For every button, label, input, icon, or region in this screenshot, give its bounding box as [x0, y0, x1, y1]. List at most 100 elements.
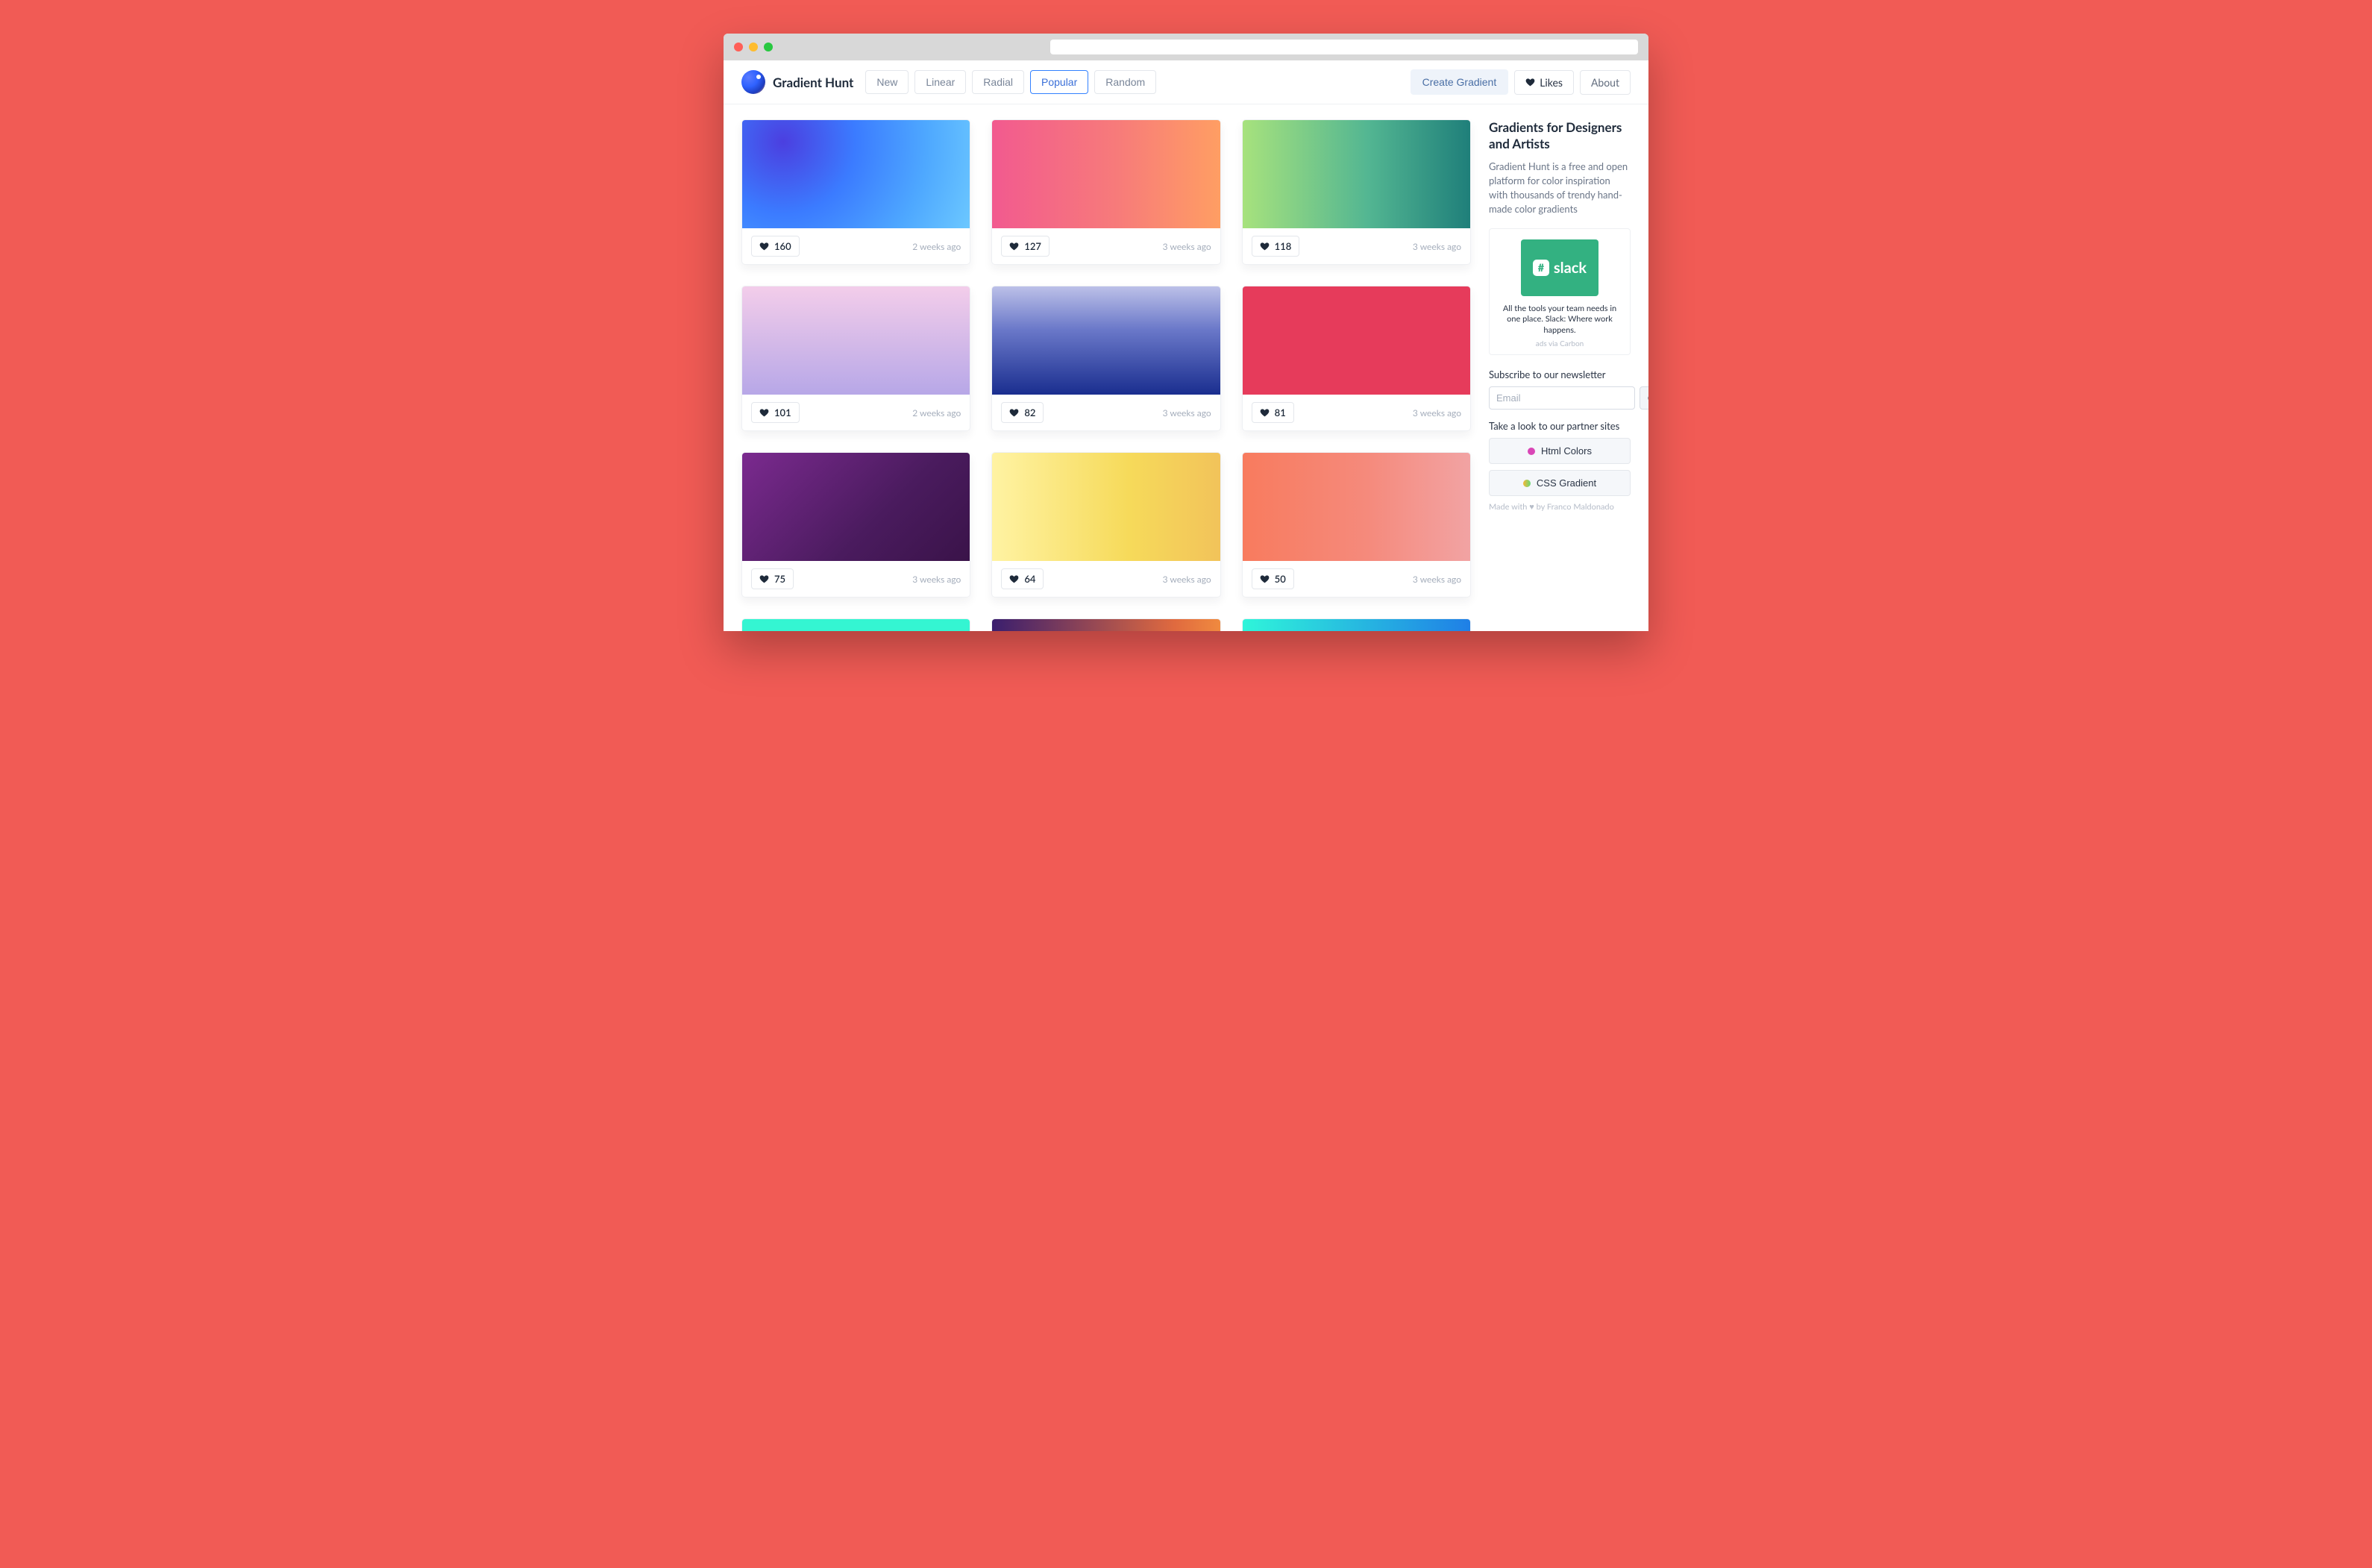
- card-timestamp: 3 weeks ago: [1413, 574, 1461, 585]
- nav-popular[interactable]: Popular: [1030, 70, 1088, 94]
- gradient-swatch[interactable]: [992, 619, 1220, 631]
- nav-radial[interactable]: Radial: [972, 70, 1024, 94]
- gradient-card[interactable]: 81 3 weeks ago: [1242, 286, 1471, 431]
- heart-icon: [1260, 242, 1270, 251]
- like-count: 81: [1275, 407, 1286, 418]
- gradient-card[interactable]: [1242, 618, 1471, 631]
- brand[interactable]: Gradient Hunt: [741, 70, 853, 94]
- card-footer: 160 2 weeks ago: [742, 228, 970, 264]
- browser-window: Gradient Hunt New Linear Radial Popular …: [724, 34, 1648, 631]
- subscribe-label: Subscribe to our newsletter: [1489, 369, 1631, 380]
- card-timestamp: 3 weeks ago: [1413, 407, 1461, 418]
- likes-link[interactable]: Likes: [1514, 70, 1574, 95]
- card-footer: 75 3 weeks ago: [742, 561, 970, 597]
- minimize-window-dot[interactable]: [749, 43, 758, 51]
- gradient-card[interactable]: 160 2 weeks ago: [741, 119, 970, 265]
- card-timestamp: 3 weeks ago: [912, 574, 961, 585]
- ad-attribution: ads via Carbon: [1497, 339, 1622, 348]
- card-footer: 50 3 weeks ago: [1243, 561, 1470, 597]
- like-button[interactable]: 82: [1001, 402, 1044, 423]
- maximize-window-dot[interactable]: [764, 43, 773, 51]
- like-count: 101: [774, 407, 791, 418]
- sidebar-description: Gradient Hunt is a free and open platfor…: [1489, 160, 1631, 216]
- gradient-grid: 1602 weeks ago1273 weeks ago1183 weeks a…: [741, 119, 1471, 631]
- window-controls: [734, 43, 773, 51]
- card-footer: 823 weeks ago: [992, 395, 1220, 430]
- like-count: 118: [1275, 240, 1292, 252]
- partner-css-gradient[interactable]: CSS Gradient: [1489, 470, 1631, 496]
- gradient-card[interactable]: [741, 618, 970, 631]
- about-link[interactable]: About: [1580, 70, 1631, 95]
- like-button[interactable]: 64: [1001, 568, 1044, 589]
- window-titlebar: [724, 34, 1648, 60]
- like-button[interactable]: 81: [1252, 402, 1294, 423]
- gradient-swatch[interactable]: [1243, 120, 1470, 228]
- gradient-card[interactable]: 118 3 weeks ago: [1242, 119, 1471, 265]
- like-button[interactable]: 101: [751, 402, 800, 423]
- like-count: 160: [774, 240, 791, 252]
- subscribe-ok-button[interactable]: Ok: [1640, 386, 1648, 410]
- gradient-card[interactable]: 823 weeks ago: [991, 286, 1220, 431]
- card-footer: 81 3 weeks ago: [1243, 395, 1470, 430]
- gradient-card[interactable]: 64 3 weeks ago: [991, 452, 1220, 598]
- gradient-card[interactable]: [991, 618, 1220, 631]
- gradient-swatch[interactable]: [1243, 286, 1470, 395]
- like-count: 50: [1275, 573, 1286, 585]
- nav-new[interactable]: New: [865, 70, 909, 94]
- like-button[interactable]: 50: [1252, 568, 1294, 589]
- heart-icon: [759, 408, 769, 418]
- url-bar[interactable]: [1050, 40, 1638, 54]
- like-count: 75: [774, 573, 785, 585]
- gradient-swatch[interactable]: [1243, 453, 1470, 561]
- like-count: 127: [1024, 240, 1041, 252]
- card-timestamp: 2 weeks ago: [912, 407, 961, 418]
- like-button[interactable]: 127: [1001, 236, 1049, 257]
- gradient-swatch[interactable]: [742, 120, 970, 228]
- heart-icon: [1260, 574, 1270, 584]
- like-button[interactable]: 118: [1252, 236, 1300, 257]
- card-timestamp: 3 weeks ago: [1413, 241, 1461, 252]
- gradient-swatch[interactable]: [1243, 619, 1470, 631]
- heart-icon: [1525, 78, 1535, 87]
- card-timestamp: 3 weeks ago: [1163, 574, 1211, 585]
- dot-icon: [1528, 448, 1535, 455]
- heart-icon: [759, 574, 769, 584]
- ad-text: All the tools your team needs in one pla…: [1497, 304, 1622, 337]
- like-button[interactable]: 75: [751, 568, 794, 589]
- gradient-swatch[interactable]: [992, 286, 1220, 395]
- partners-label: Take a look to our partner sites: [1489, 420, 1631, 432]
- heart-icon: [1009, 408, 1019, 418]
- gradient-swatch[interactable]: [742, 453, 970, 561]
- heart-icon: [759, 242, 769, 251]
- brand-logo-icon: [741, 70, 765, 94]
- nav-random[interactable]: Random: [1094, 70, 1156, 94]
- heart-icon: [1009, 574, 1019, 584]
- heart-icon: [1009, 242, 1019, 251]
- card-footer: 101 2 weeks ago: [742, 395, 970, 430]
- card-timestamp: 2 weeks ago: [912, 241, 961, 252]
- gradient-swatch[interactable]: [742, 286, 970, 395]
- gradient-swatch[interactable]: [742, 619, 970, 631]
- gradient-card[interactable]: 75 3 weeks ago: [741, 452, 970, 598]
- gradient-swatch[interactable]: [992, 453, 1220, 561]
- main-content: 1602 weeks ago1273 weeks ago1183 weeks a…: [724, 104, 1648, 631]
- carbon-ad[interactable]: #slack All the tools your team needs in …: [1489, 228, 1631, 356]
- like-button[interactable]: 160: [751, 236, 800, 257]
- dot-icon: [1523, 480, 1531, 487]
- sidebar-title: Gradients for Designers and Artists: [1489, 119, 1631, 152]
- gradient-card[interactable]: 101 2 weeks ago: [741, 286, 970, 431]
- card-footer: 118 3 weeks ago: [1243, 228, 1470, 264]
- close-window-dot[interactable]: [734, 43, 743, 51]
- site-header: Gradient Hunt New Linear Radial Popular …: [724, 60, 1648, 104]
- gradient-swatch[interactable]: [992, 120, 1220, 228]
- like-count: 64: [1024, 573, 1035, 585]
- partner-label: Html Colors: [1541, 445, 1592, 457]
- partner-html-colors[interactable]: Html Colors: [1489, 438, 1631, 464]
- gradient-card[interactable]: 50 3 weeks ago: [1242, 452, 1471, 598]
- slack-logo-icon: #slack: [1521, 239, 1598, 296]
- partner-label: CSS Gradient: [1537, 477, 1596, 489]
- nav-linear[interactable]: Linear: [914, 70, 966, 94]
- gradient-card[interactable]: 1273 weeks ago: [991, 119, 1220, 265]
- email-field[interactable]: [1489, 386, 1635, 410]
- create-gradient-button[interactable]: Create Gradient: [1411, 69, 1509, 95]
